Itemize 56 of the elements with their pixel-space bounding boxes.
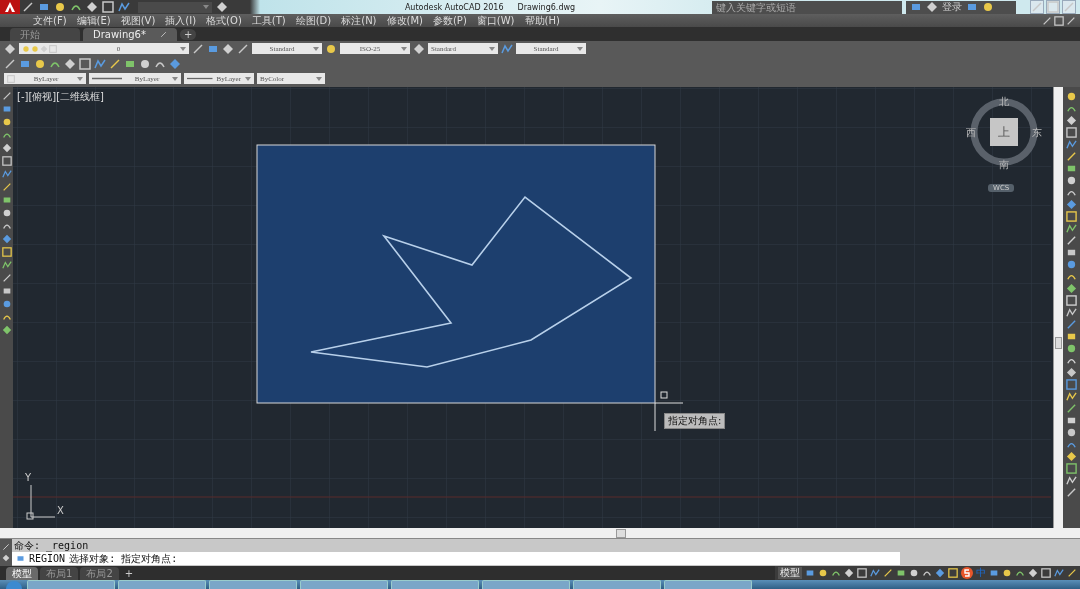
search-field[interactable]: 键入关键字或短语	[712, 0, 902, 14]
caret-icon	[172, 76, 178, 81]
caret-icon	[203, 5, 209, 9]
ucs-axes-icon	[26, 484, 56, 520]
compass-east[interactable]: 东	[1032, 126, 1042, 140]
menu-item[interactable]: 帮助(H)	[521, 14, 563, 27]
compass-north[interactable]: 北	[999, 95, 1009, 109]
line-sample-icon	[92, 77, 122, 81]
command-history: 命令: _region	[13, 539, 90, 552]
layout-tab[interactable]: 布局2	[80, 567, 119, 580]
vertical-scrollbar[interactable]	[1053, 87, 1063, 528]
file-tab[interactable]: 开始	[10, 28, 80, 41]
x-axis-label: X	[57, 505, 64, 516]
command-prompt: 选择对象: 指定对角点:	[69, 552, 178, 566]
caret-icon	[316, 76, 322, 81]
app-logo-icon[interactable]	[0, 0, 20, 14]
horizontal-scrollbar[interactable]	[0, 528, 1080, 539]
menu-item[interactable]: 插入(I)	[162, 14, 200, 27]
app-title: Autodesk AutoCAD 2016	[404, 2, 504, 12]
menu-item[interactable]: 格式(O)	[203, 14, 245, 27]
caret-icon	[401, 46, 407, 51]
new-tab-button[interactable]: +	[179, 29, 197, 40]
file-name: Drawing6.dwg	[517, 2, 576, 12]
menu-item[interactable]: 绘图(D)	[292, 14, 335, 27]
line-sample-icon	[187, 77, 213, 81]
file-tab[interactable]: Drawing6*	[83, 28, 177, 41]
menu-item[interactable]: 窗口(W)	[473, 14, 518, 27]
menu-item[interactable]: 参数(P)	[429, 14, 470, 27]
viewport-label[interactable]: [-][俯视][二维线框]	[17, 90, 105, 104]
menu-item[interactable]: 修改(M)	[383, 14, 426, 27]
caret-icon	[77, 76, 83, 81]
y-axis-label: Y	[25, 472, 32, 483]
line-icon[interactable]	[1, 91, 12, 101]
menu-item[interactable]: 编辑(E)	[73, 14, 114, 27]
layout-tab[interactable]: 模型	[6, 567, 38, 580]
sign-in-link[interactable]: 登录	[942, 0, 962, 14]
layout-tab[interactable]: 布局1	[40, 567, 79, 580]
menu-item[interactable]: 工具(T)	[248, 14, 289, 27]
command-input[interactable]: REGION 选择对象: 指定对角点:	[12, 552, 900, 565]
menu-item[interactable]: 标注(N)	[338, 14, 380, 27]
caret-icon	[489, 46, 495, 51]
start-button-icon[interactable]	[4, 580, 24, 589]
input-method-icon[interactable]	[961, 567, 973, 579]
menu-item[interactable]: 视图(V)	[117, 14, 159, 27]
caret-icon	[313, 46, 319, 51]
menu-item[interactable]: 文件(F)	[30, 14, 70, 27]
compass-south[interactable]: 南	[999, 158, 1009, 172]
caret-icon	[245, 76, 251, 81]
compass-west[interactable]: 西	[966, 126, 976, 140]
command-name: REGION	[29, 553, 66, 564]
model-space-button[interactable]: 模型	[778, 567, 802, 579]
caret-icon	[180, 46, 186, 51]
new-layout-button[interactable]: +	[120, 568, 138, 580]
cursor-tooltip: 指定对角点:	[664, 413, 726, 429]
caret-icon	[577, 46, 583, 51]
view-cube-face[interactable]: 上	[990, 118, 1018, 146]
